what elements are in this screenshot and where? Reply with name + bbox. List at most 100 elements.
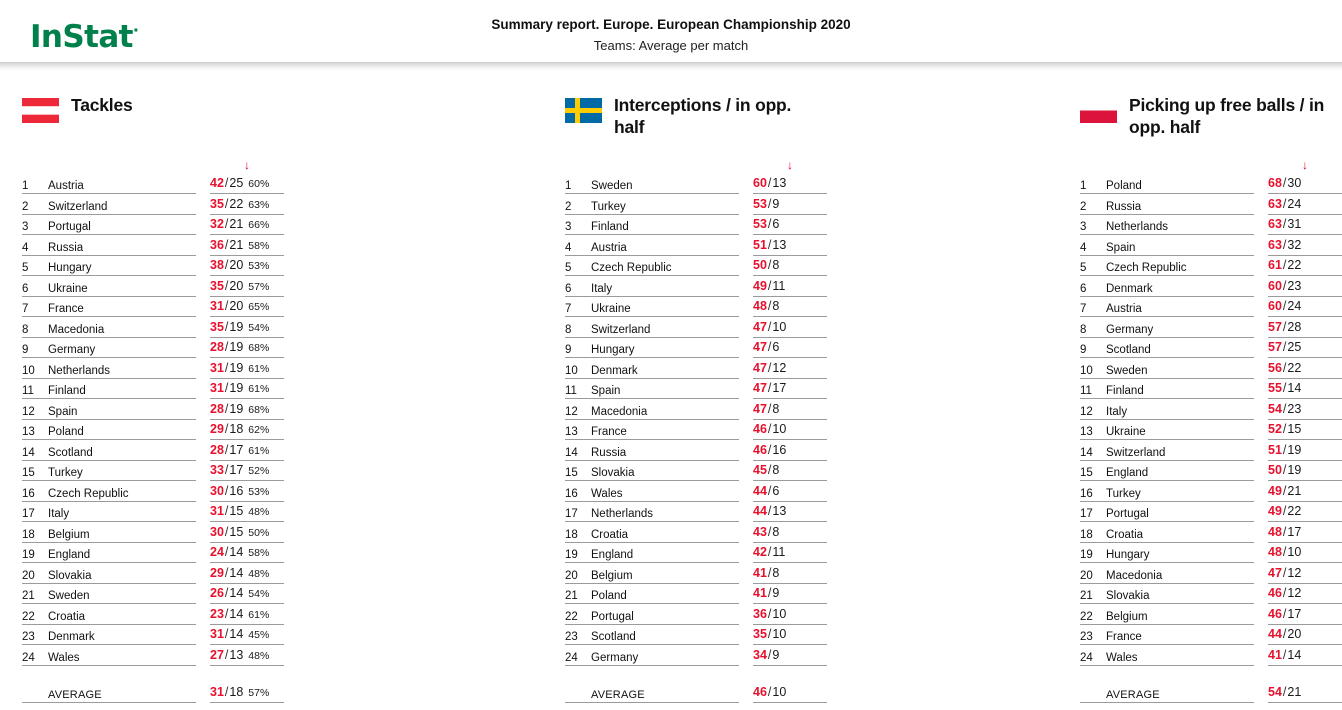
- table-row[interactable]: 8 Germany 57/28: [1080, 316, 1342, 338]
- row-value: 26/14 54%: [210, 583, 284, 604]
- table-row[interactable]: 6 Italy 49/11: [565, 275, 827, 297]
- table-row[interactable]: 17 Italy 31/15 48%: [22, 501, 284, 522]
- average-value: 54/21: [1268, 681, 1342, 703]
- sort-descending-icon[interactable]: ↓: [753, 153, 827, 173]
- table-row[interactable]: 1 Sweden 60/13: [565, 173, 827, 194]
- table-row[interactable]: 5 Czech Republic 61/22: [1080, 255, 1342, 276]
- secondary-value: 14: [1287, 647, 1302, 662]
- table-row[interactable]: 15 Slovakia 45/8: [565, 460, 827, 481]
- table-row[interactable]: 14 Switzerland 51/19: [1080, 439, 1342, 461]
- table-row[interactable]: 9 Hungary 47/6: [565, 337, 827, 358]
- table-row[interactable]: 22 Portugal 36/10: [565, 603, 827, 625]
- sort-descending-icon[interactable]: ↓: [210, 153, 284, 173]
- table-row[interactable]: 3 Portugal 32/21 66%: [22, 214, 284, 235]
- secondary-value: 8: [772, 401, 780, 416]
- table-row[interactable]: 20 Slovakia 29/14 48%: [22, 562, 284, 584]
- stat-panel-picking-up-free-balls: Picking up free balls / in opp. half ↓ 1…: [1080, 95, 1342, 703]
- table-row[interactable]: 15 Turkey 33/17 52%: [22, 460, 284, 481]
- row-gap: [739, 440, 753, 461]
- table-row[interactable]: 22 Belgium 46/17: [1080, 603, 1342, 625]
- table-row[interactable]: 12 Italy 54/23: [1080, 398, 1342, 420]
- row-team: Sweden: [48, 583, 196, 604]
- row-value: 46/16: [753, 439, 827, 461]
- table-row[interactable]: 23 Denmark 31/14 45%: [22, 624, 284, 645]
- table-row[interactable]: 17 Netherlands 44/13: [565, 501, 827, 522]
- table-row[interactable]: 19 Hungary 48/10: [1080, 542, 1342, 563]
- table-row[interactable]: 24 Wales 27/13 48%: [22, 644, 284, 666]
- table-row[interactable]: 7 France 31/20 65%: [22, 296, 284, 317]
- table-row[interactable]: 4 Spain 63/32: [1080, 234, 1342, 256]
- table-row[interactable]: 11 Finland 55/14: [1080, 378, 1342, 399]
- table-row[interactable]: 21 Sweden 26/14 54%: [22, 583, 284, 604]
- panel-title: Interceptions / in opp. half: [614, 95, 792, 137]
- secondary-value: 10: [772, 319, 787, 334]
- row-value: 50/8: [753, 255, 827, 276]
- secondary-value: 23: [1287, 401, 1302, 416]
- table-row[interactable]: 19 England 24/14 58%: [22, 542, 284, 563]
- table-row[interactable]: 5 Hungary 38/20 53%: [22, 255, 284, 276]
- table-row[interactable]: 15 England 50/19: [1080, 460, 1342, 481]
- table-row[interactable]: 23 Scotland 35/10: [565, 624, 827, 645]
- table-row[interactable]: 11 Finland 31/19 61%: [22, 378, 284, 399]
- table-row[interactable]: 4 Austria 51/13: [565, 234, 827, 256]
- table-row[interactable]: 18 Croatia 43/8: [565, 521, 827, 543]
- table-row[interactable]: 3 Netherlands 63/31: [1080, 214, 1342, 235]
- table-row[interactable]: 16 Wales 44/6: [565, 480, 827, 502]
- table-row[interactable]: 9 Germany 28/19 68%: [22, 337, 284, 358]
- primary-value: 26: [210, 586, 224, 600]
- table-row[interactable]: 10 Denmark 47/12: [565, 357, 827, 379]
- table-row[interactable]: 20 Macedonia 47/12: [1080, 562, 1342, 584]
- table-row[interactable]: 17 Portugal 49/22: [1080, 501, 1342, 522]
- table-row[interactable]: 3 Finland 53/6: [565, 214, 827, 235]
- table-row[interactable]: 22 Croatia 23/14 61%: [22, 603, 284, 625]
- secondary-value: 19: [229, 381, 244, 395]
- table-row[interactable]: 8 Macedonia 35/19 54%: [22, 316, 284, 338]
- table-row[interactable]: 18 Croatia 48/17: [1080, 521, 1342, 543]
- table-row[interactable]: 2 Russia 63/24: [1080, 193, 1342, 215]
- table-row[interactable]: 10 Netherlands 31/19 61%: [22, 357, 284, 379]
- table-row[interactable]: 21 Slovakia 46/12: [1080, 583, 1342, 604]
- table-row[interactable]: 6 Denmark 60/23: [1080, 275, 1342, 297]
- row-team: Portugal: [48, 214, 196, 235]
- table-row[interactable]: 5 Czech Republic 50/8: [565, 255, 827, 276]
- table-row[interactable]: 13 Ukraine 52/15: [1080, 419, 1342, 440]
- table-row[interactable]: 12 Macedonia 47/8: [565, 398, 827, 420]
- table-row[interactable]: 6 Ukraine 35/20 57%: [22, 275, 284, 297]
- table-row[interactable]: 19 England 42/11: [565, 542, 827, 563]
- table-row[interactable]: 14 Russia 46/16: [565, 439, 827, 461]
- row-rank: 15: [1080, 460, 1106, 481]
- table-row[interactable]: 21 Poland 41/9: [565, 583, 827, 604]
- row-team: Croatia: [591, 521, 739, 543]
- row-value: 49/21: [1268, 480, 1342, 502]
- table-row[interactable]: 16 Turkey 49/21: [1080, 480, 1342, 502]
- table-row[interactable]: 10 Sweden 56/22: [1080, 357, 1342, 379]
- secondary-value: 10: [1287, 545, 1302, 559]
- stats-table-body: 1 Poland 68/30 2 Russia 63/24 3 Netherlands 63/3…: [1080, 173, 1342, 703]
- rank-header: [22, 153, 48, 173]
- table-row[interactable]: 24 Wales 41/14: [1080, 644, 1342, 666]
- table-row[interactable]: 23 France 44/20: [1080, 624, 1342, 645]
- table-row[interactable]: 13 Poland 29/18 62%: [22, 419, 284, 440]
- table-row[interactable]: 9 Scotland 57/25: [1080, 337, 1342, 358]
- table-row[interactable]: 14 Scotland 28/17 61%: [22, 439, 284, 461]
- table-row[interactable]: 1 Poland 68/30: [1080, 173, 1342, 194]
- row-team: Macedonia: [48, 316, 196, 338]
- table-row[interactable]: 13 France 46/10: [565, 419, 827, 440]
- table-row[interactable]: 4 Russia 36/21 58%: [22, 234, 284, 256]
- primary-value: 60: [753, 176, 767, 190]
- table-row[interactable]: 12 Spain 28/19 68%: [22, 398, 284, 420]
- table-row[interactable]: 2 Turkey 53/9: [565, 193, 827, 215]
- table-row[interactable]: 11 Spain 47/17: [565, 378, 827, 399]
- table-row[interactable]: 8 Switzerland 47/10: [565, 316, 827, 338]
- table-row[interactable]: 20 Belgium 41/8: [565, 562, 827, 584]
- table-row[interactable]: 18 Belgium 30/15 50%: [22, 521, 284, 543]
- row-gap: [1254, 604, 1268, 625]
- row-value: 63/32: [1268, 234, 1342, 256]
- sort-descending-icon[interactable]: ↓: [1268, 153, 1342, 173]
- table-row[interactable]: 24 Germany 34/9: [565, 644, 827, 666]
- table-row[interactable]: 1 Austria 42/25 60%: [22, 173, 284, 194]
- table-row[interactable]: 2 Switzerland 35/22 63%: [22, 193, 284, 215]
- table-row[interactable]: 16 Czech Republic 30/16 53%: [22, 480, 284, 502]
- table-row[interactable]: 7 Austria 60/24: [1080, 296, 1342, 317]
- table-row[interactable]: 7 Ukraine 48/8: [565, 296, 827, 317]
